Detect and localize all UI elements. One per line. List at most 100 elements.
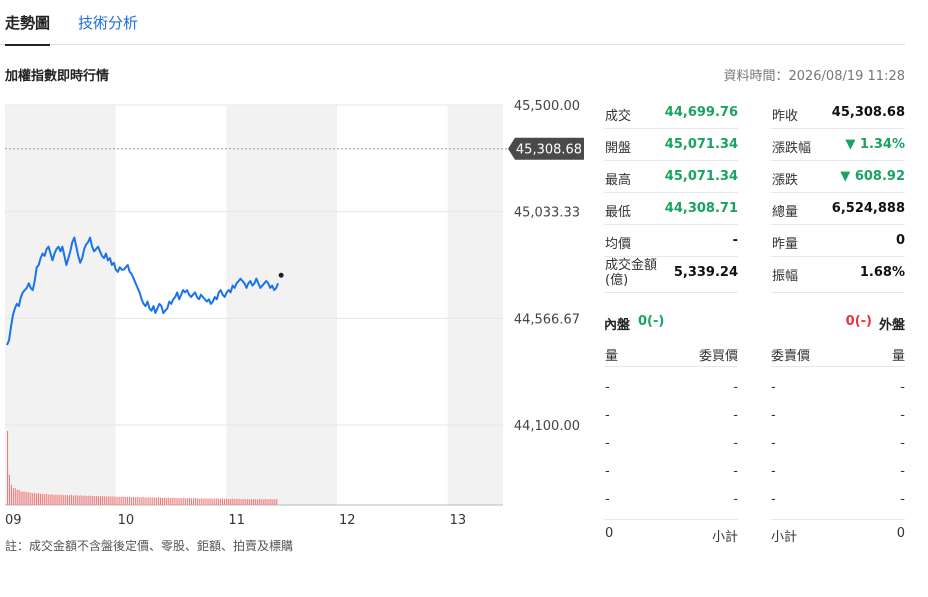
volume-bar xyxy=(249,499,251,505)
ask-row: -- xyxy=(771,399,905,427)
volume-bar xyxy=(150,497,152,505)
reference-tag-label: 45,308.68 xyxy=(516,143,582,158)
volume-bar xyxy=(47,494,49,505)
x-tick-label: 10 xyxy=(118,513,135,528)
quote-cell-right: 振幅 1.68% xyxy=(771,257,905,293)
volume-bar xyxy=(86,495,88,505)
volume-bar xyxy=(101,495,103,505)
volume-bar xyxy=(220,498,222,505)
bid-qty: - xyxy=(605,492,610,507)
volume-bar xyxy=(12,488,14,505)
quote-value: 45,071.34 xyxy=(664,169,738,184)
footnote: 註：成交金額不含盤後定價、零股、鉅額、拍賣及標購 xyxy=(5,539,294,553)
volume-bar xyxy=(59,494,61,505)
volume-bar xyxy=(130,497,133,505)
ask-subtotal-qty: 0 xyxy=(896,526,905,541)
volume-bar xyxy=(258,498,260,505)
inner-volume-label: 內盤 xyxy=(604,318,631,333)
quote-value: 45,071.34 xyxy=(664,137,738,152)
volume-bar xyxy=(32,493,34,505)
quote-table: 成交 44,699.76 昨收 45,308.68 開盤 45,071.34 漲跌幅 ▼ 1.… xyxy=(604,97,905,293)
outer-volume-label: 外盤 xyxy=(878,318,905,333)
quote-label: 成交 xyxy=(605,109,632,124)
volume-bar xyxy=(84,495,86,505)
quote-label: 最高 xyxy=(605,173,632,188)
quote-cell-left: 成交 44,699.76 xyxy=(604,97,738,129)
session-band xyxy=(447,105,503,505)
volume-bar xyxy=(65,494,67,505)
bid-qty: - xyxy=(605,436,610,451)
volume-bar xyxy=(63,495,65,505)
volume-bar xyxy=(94,496,96,505)
volume-bar xyxy=(36,493,38,505)
volume-bar xyxy=(43,494,45,505)
y-tick-label: 45,500.00 xyxy=(514,99,580,114)
ask-price-header: 委賣價 xyxy=(771,349,811,364)
volume-bar xyxy=(115,496,117,505)
quote-row: 開盤 45,071.34 漲跌幅 ▼ 1.34% xyxy=(604,129,905,161)
session-band xyxy=(5,105,116,505)
volume-bar xyxy=(167,497,169,505)
volume-bar xyxy=(68,495,71,505)
volume-bar xyxy=(237,498,239,505)
bid-qty-header: 量 xyxy=(605,349,619,364)
volume-bar xyxy=(37,493,40,505)
quote-value: 1.68% xyxy=(859,265,905,280)
volume-bar xyxy=(148,497,150,505)
ask-subtotal-label: 小計 xyxy=(771,530,798,545)
volume-bar xyxy=(72,495,74,505)
bid-price: - xyxy=(733,380,738,395)
volume-bar xyxy=(28,492,30,505)
volume-bar xyxy=(136,496,138,505)
volume-bar xyxy=(175,497,177,505)
y-tick-label: 44,100.00 xyxy=(514,419,580,434)
volume-bar xyxy=(202,498,204,505)
volume-bar xyxy=(111,496,113,505)
volume-bar xyxy=(49,494,51,505)
volume-bar xyxy=(105,496,107,505)
volume-bar xyxy=(82,495,84,505)
volume-bar xyxy=(266,499,268,505)
volume-bar xyxy=(208,498,210,505)
volume-bar xyxy=(190,498,193,505)
quote-label: 最低 xyxy=(605,205,632,220)
volume-bar xyxy=(187,498,189,505)
volume-bar xyxy=(152,497,154,505)
tab-technical-analysis[interactable]: 技術分析 xyxy=(78,12,138,33)
volume-bar xyxy=(154,497,156,505)
volume-bar xyxy=(74,495,76,505)
volume-bar xyxy=(41,493,43,505)
volume-bar xyxy=(80,495,82,505)
volume-bar xyxy=(107,496,109,505)
volume-bar xyxy=(30,492,32,505)
ask-row: -- xyxy=(771,371,905,399)
ask-price: - xyxy=(771,464,776,479)
tab-bar: 走勢圖 技術分析 xyxy=(0,0,905,46)
volume-bar xyxy=(92,495,94,505)
ask-rows: ---------- xyxy=(771,371,905,511)
tab-trend-chart[interactable]: 走勢圖 xyxy=(5,12,51,46)
volume-bar xyxy=(119,496,121,505)
volume-bar xyxy=(138,497,140,505)
quote-row: 最低 44,308.71 總量 6,524,888 xyxy=(604,193,905,225)
bid-qty: - xyxy=(605,380,610,395)
bid-qty: - xyxy=(605,408,610,423)
data-timestamp: 資料時間：2026/08/19 11:28 xyxy=(723,69,905,84)
quote-value: ▼ 1.34% xyxy=(845,137,905,152)
volume-bar xyxy=(156,497,158,505)
volume-bar xyxy=(161,497,163,505)
volume-bar xyxy=(181,498,183,505)
ask-qty: - xyxy=(900,408,905,423)
volume-bar xyxy=(260,499,262,505)
volume-bar xyxy=(272,499,274,505)
volume-bar xyxy=(214,498,216,505)
volume-bar xyxy=(14,488,16,505)
volume-bar xyxy=(229,498,231,505)
session-band xyxy=(226,105,337,505)
quote-row: 成交 44,699.76 昨收 45,308.68 xyxy=(604,97,905,129)
volume-bar xyxy=(134,497,136,505)
quote-label: 均價 xyxy=(605,237,632,252)
volume-bar xyxy=(160,497,162,505)
volume-bar xyxy=(125,496,127,505)
y-tick-label: 44,566.67 xyxy=(514,312,580,327)
